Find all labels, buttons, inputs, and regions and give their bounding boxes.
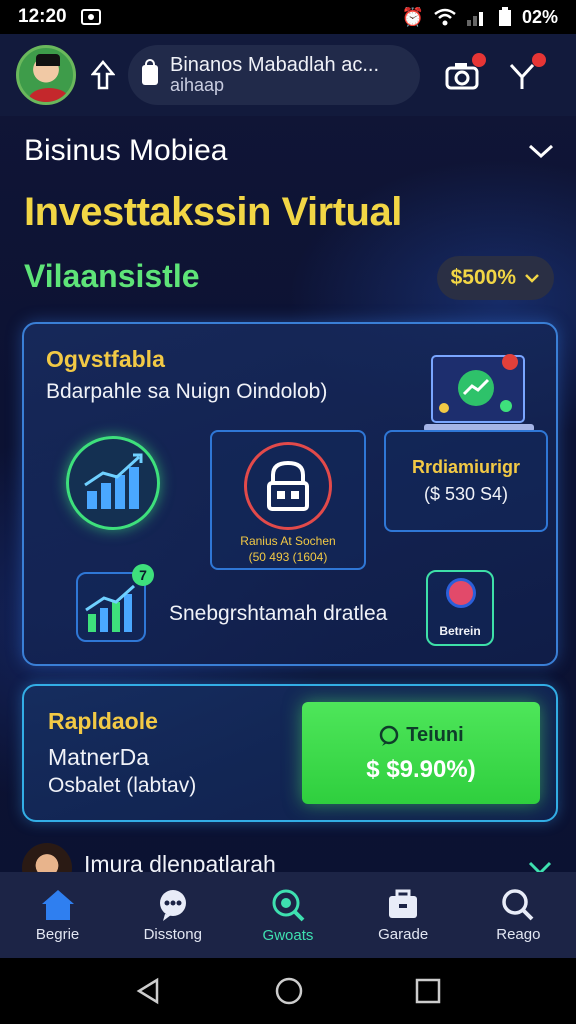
search-tile[interactable]: Betrein — [426, 570, 494, 646]
alarm-icon: ⏰ — [401, 7, 424, 27]
chevron-down-icon[interactable] — [528, 143, 554, 159]
page-headline: Investtakssin Virtual — [24, 190, 402, 234]
avatar[interactable] — [16, 45, 76, 105]
recents-icon[interactable] — [415, 978, 441, 1004]
card-title: Ogvstfabla — [46, 346, 165, 372]
status-bar: 12:20 ⏰ 02% — [0, 0, 576, 34]
camera-button[interactable] — [442, 53, 486, 95]
percent-dropdown[interactable]: $500% — [436, 256, 554, 300]
system-nav-bar — [0, 958, 576, 1024]
growth-badge: 7 — [132, 564, 154, 586]
nav-item-search[interactable]: Reago — [468, 888, 568, 943]
battery-icon — [498, 7, 511, 26]
buy-button[interactable]: Teiuni $ $9.90%) — [302, 702, 540, 804]
back-icon[interactable] — [135, 977, 163, 1005]
notification-dot — [472, 53, 486, 67]
battery-percent: 02% — [521, 6, 558, 27]
return-tile[interactable]: Rrdiamiurigr ($ 530 S4) — [384, 430, 548, 532]
search-tile-label: Betrein — [439, 624, 481, 638]
search-pill-subtitle: aihaap — [170, 75, 225, 96]
section-title: Bisinus Mobiea — [24, 134, 228, 167]
arrow-up-home-icon — [91, 60, 115, 90]
return-tile-value: ($ 530 S4) — [423, 484, 509, 504]
purchase-card-title: Rapldaole — [48, 708, 158, 734]
chevron-down-icon — [525, 274, 539, 283]
sub-headline: Vilaansistle — [24, 258, 200, 294]
purchase-card-line1: MatnerDa — [48, 744, 149, 770]
purchase-card: Rapldaole MatnerDa Osbalet (labtav) Teiu… — [22, 684, 558, 822]
nav-label: Reago — [496, 925, 541, 943]
growth-tile[interactable]: 7 — [76, 564, 154, 642]
signal-icon — [466, 12, 483, 26]
nav-label: Garade — [378, 925, 429, 943]
buy-button-price: $ $9.90%) — [366, 756, 476, 783]
status-time: 12:20 — [18, 6, 67, 27]
magnifier-icon — [446, 578, 476, 608]
nav-label: Begrie — [35, 925, 80, 943]
search-globe-icon — [272, 889, 305, 921]
home-up-button[interactable] — [86, 55, 120, 95]
chat-icon — [159, 889, 186, 921]
bar-chart-icon — [84, 453, 143, 509]
lock-tile-label: Ranius At Sochen — [240, 534, 336, 548]
home-icon — [41, 889, 74, 920]
lock-tile-value: (50 493 (1604) — [248, 550, 328, 564]
search-pill[interactable]: Binanos Mabadlah ac... aihaap — [128, 45, 420, 105]
briefcase-icon — [389, 889, 418, 918]
return-tile-title: Rrdiamiurigr — [411, 457, 521, 477]
lock-icon — [244, 442, 332, 530]
filter-button[interactable] — [502, 53, 546, 95]
growth-chart-icon[interactable] — [66, 436, 160, 530]
filter-funnel-icon — [509, 63, 535, 89]
chat-bubble-icon — [380, 725, 399, 746]
investment-card: Ogvstfabla Bdarpahle sa Nuign Oindolob) … — [22, 322, 558, 666]
nav-item-discussion[interactable]: Disstong — [123, 888, 223, 943]
shopping-bag-icon — [142, 59, 158, 85]
section-header[interactable]: Bisinus Mobiea — [24, 134, 554, 168]
nav-item-garage[interactable]: Garade — [353, 888, 453, 943]
growth-bars-icon — [85, 584, 135, 632]
growth-label: Snebgrshtamah dratlea — [169, 602, 388, 625]
card-description: Bdarpahle sa Nuign Oindolob) — [46, 380, 328, 403]
notification-dot — [532, 53, 546, 67]
purchase-card-line2: Osbalet (labtav) — [48, 774, 197, 797]
search-icon — [502, 888, 534, 920]
bottom-nav: Begrie Disstong Gwoats Garade Reago — [0, 872, 576, 958]
search-pill-title: Binanos Mabadlah ac... — [170, 54, 380, 77]
nav-label: Disstong — [143, 925, 202, 943]
buy-button-label: Teiuni — [406, 724, 464, 746]
lock-tile[interactable]: Ranius At Sochen (50 493 (1604) — [210, 430, 366, 570]
home-circle-icon[interactable] — [274, 976, 304, 1006]
percent-value: $500% — [450, 266, 516, 289]
nav-label: Gwoats — [262, 926, 314, 944]
nav-item-goals[interactable]: Gwoats — [238, 887, 338, 944]
nav-item-home[interactable]: Begrie — [8, 888, 108, 943]
top-bar: Binanos Mabadlah ac... aihaap — [0, 34, 576, 116]
screenshot-icon — [80, 9, 101, 25]
status-icons: ⏰ 02% — [402, 7, 558, 28]
wifi-icon — [434, 8, 456, 26]
